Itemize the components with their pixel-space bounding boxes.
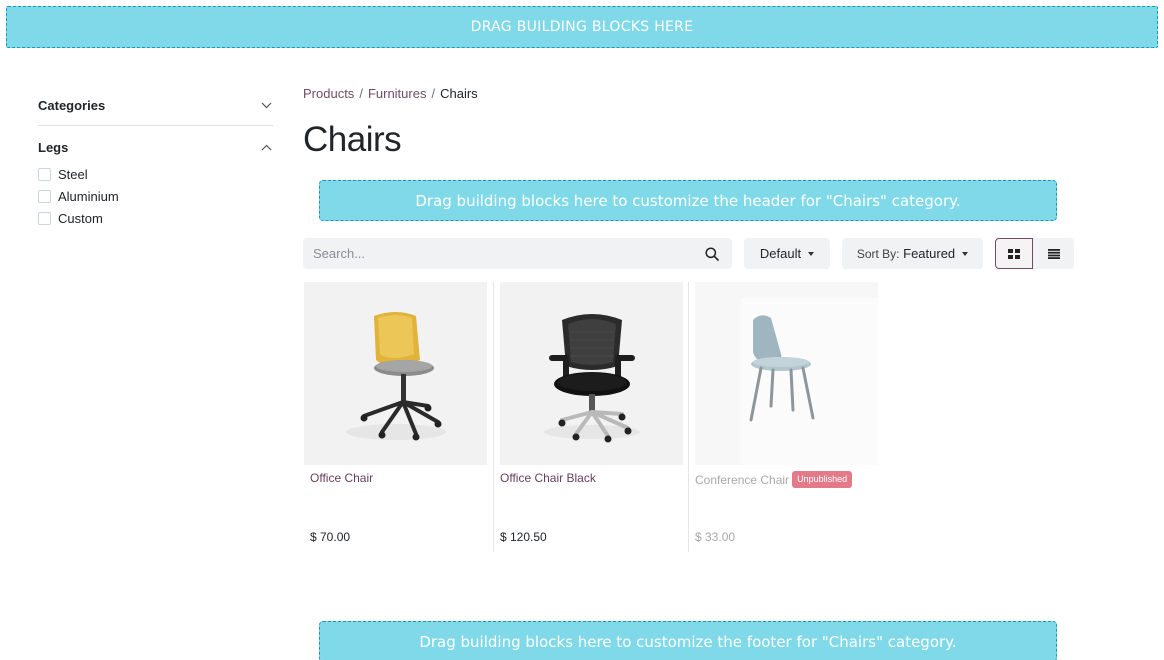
search-icon xyxy=(705,246,719,261)
chevron-up-icon xyxy=(259,140,273,154)
product-card[interactable]: Office Chair Black $ 120.50 xyxy=(493,282,683,552)
product-name-row: Conference Chair Unpublished xyxy=(695,471,853,488)
legs-option-steel[interactable]: Steel xyxy=(38,163,273,185)
product-price: $ 70.00 xyxy=(310,530,351,544)
facet-categories-header[interactable]: Categories xyxy=(38,91,273,119)
pricelist-label: Default xyxy=(759,246,802,261)
search-button[interactable] xyxy=(692,238,732,269)
custom-label: Custom xyxy=(58,210,103,226)
product-image-conference-chair[interactable] xyxy=(695,282,878,465)
grid-view-button[interactable] xyxy=(995,238,1033,269)
footer-drop-zone[interactable]: Drag building blocks here to customize t… xyxy=(319,621,1057,660)
pricelist-dropdown[interactable]: Default xyxy=(744,238,830,269)
facet-divider xyxy=(38,125,273,126)
breadcrumb-furnitures[interactable]: Furnitures xyxy=(368,86,427,101)
chevron-down-icon xyxy=(259,98,273,112)
sort-dropdown[interactable]: Sort By: Featured xyxy=(842,238,983,269)
sort-prefix: Sort By: xyxy=(856,247,900,261)
product-name[interactable]: Conference Chair xyxy=(695,473,789,487)
aluminium-label: Aluminium xyxy=(58,188,119,204)
custom-checkbox[interactable] xyxy=(38,211,51,225)
product-card[interactable]: Office Chair $ 70.00 xyxy=(304,282,487,552)
product-card[interactable]: Conference Chair Unpublished $ 33.00 xyxy=(688,282,878,552)
header-drop-zone[interactable]: Drag building blocks here to customize t… xyxy=(319,180,1057,221)
facet-legs-label: Legs xyxy=(38,139,69,155)
product-name[interactable]: Office Chair Black xyxy=(500,471,596,485)
top-drop-zone-label: DRAG BUILDING BLOCKS HERE xyxy=(470,19,694,35)
facet-legs-options: Steel Aluminium Custom xyxy=(38,163,273,229)
breadcrumb: Products / Furnitures / Chairs xyxy=(303,86,478,101)
caret-down-icon xyxy=(808,251,815,256)
steel-label: Steel xyxy=(58,166,88,182)
page-title: Chairs xyxy=(303,120,402,159)
product-name[interactable]: Office Chair xyxy=(310,471,373,485)
list-view-button[interactable] xyxy=(1033,238,1074,269)
header-drop-zone-label: Drag building blocks here to customize t… xyxy=(415,191,961,210)
sort-value: Featured xyxy=(903,246,956,261)
legs-option-aluminium[interactable]: Aluminium xyxy=(38,185,273,207)
aluminium-checkbox[interactable] xyxy=(38,189,51,203)
sidebar-filters: Categories Legs Steel Aluminium Custom xyxy=(38,90,273,229)
breadcrumb-separator: / xyxy=(431,86,436,101)
breadcrumb-products[interactable]: Products xyxy=(303,86,354,101)
facet-categories-label: Categories xyxy=(38,97,106,113)
grid-view-icon xyxy=(1008,248,1020,259)
facet-legs-header[interactable]: Legs xyxy=(38,133,273,161)
search-input[interactable] xyxy=(303,238,692,269)
unpublished-badge: Unpublished xyxy=(792,471,853,488)
view-mode-toggle xyxy=(995,238,1074,269)
product-image-office-chair[interactable] xyxy=(304,282,487,465)
search-box xyxy=(303,238,732,269)
footer-drop-zone-label: Drag building blocks here to customize t… xyxy=(419,632,957,651)
breadcrumb-separator: / xyxy=(359,86,363,101)
top-drop-zone[interactable]: DRAG BUILDING BLOCKS HERE xyxy=(6,6,1158,48)
breadcrumb-current: Chairs xyxy=(440,86,478,101)
product-image-office-chair-black[interactable] xyxy=(500,282,683,465)
product-price: $ 120.50 xyxy=(500,530,547,544)
product-price: $ 33.00 xyxy=(695,530,736,544)
legs-option-custom[interactable]: Custom xyxy=(38,207,273,229)
steel-checkbox[interactable] xyxy=(38,167,51,181)
list-view-icon xyxy=(1047,248,1060,259)
caret-down-icon xyxy=(962,251,969,256)
